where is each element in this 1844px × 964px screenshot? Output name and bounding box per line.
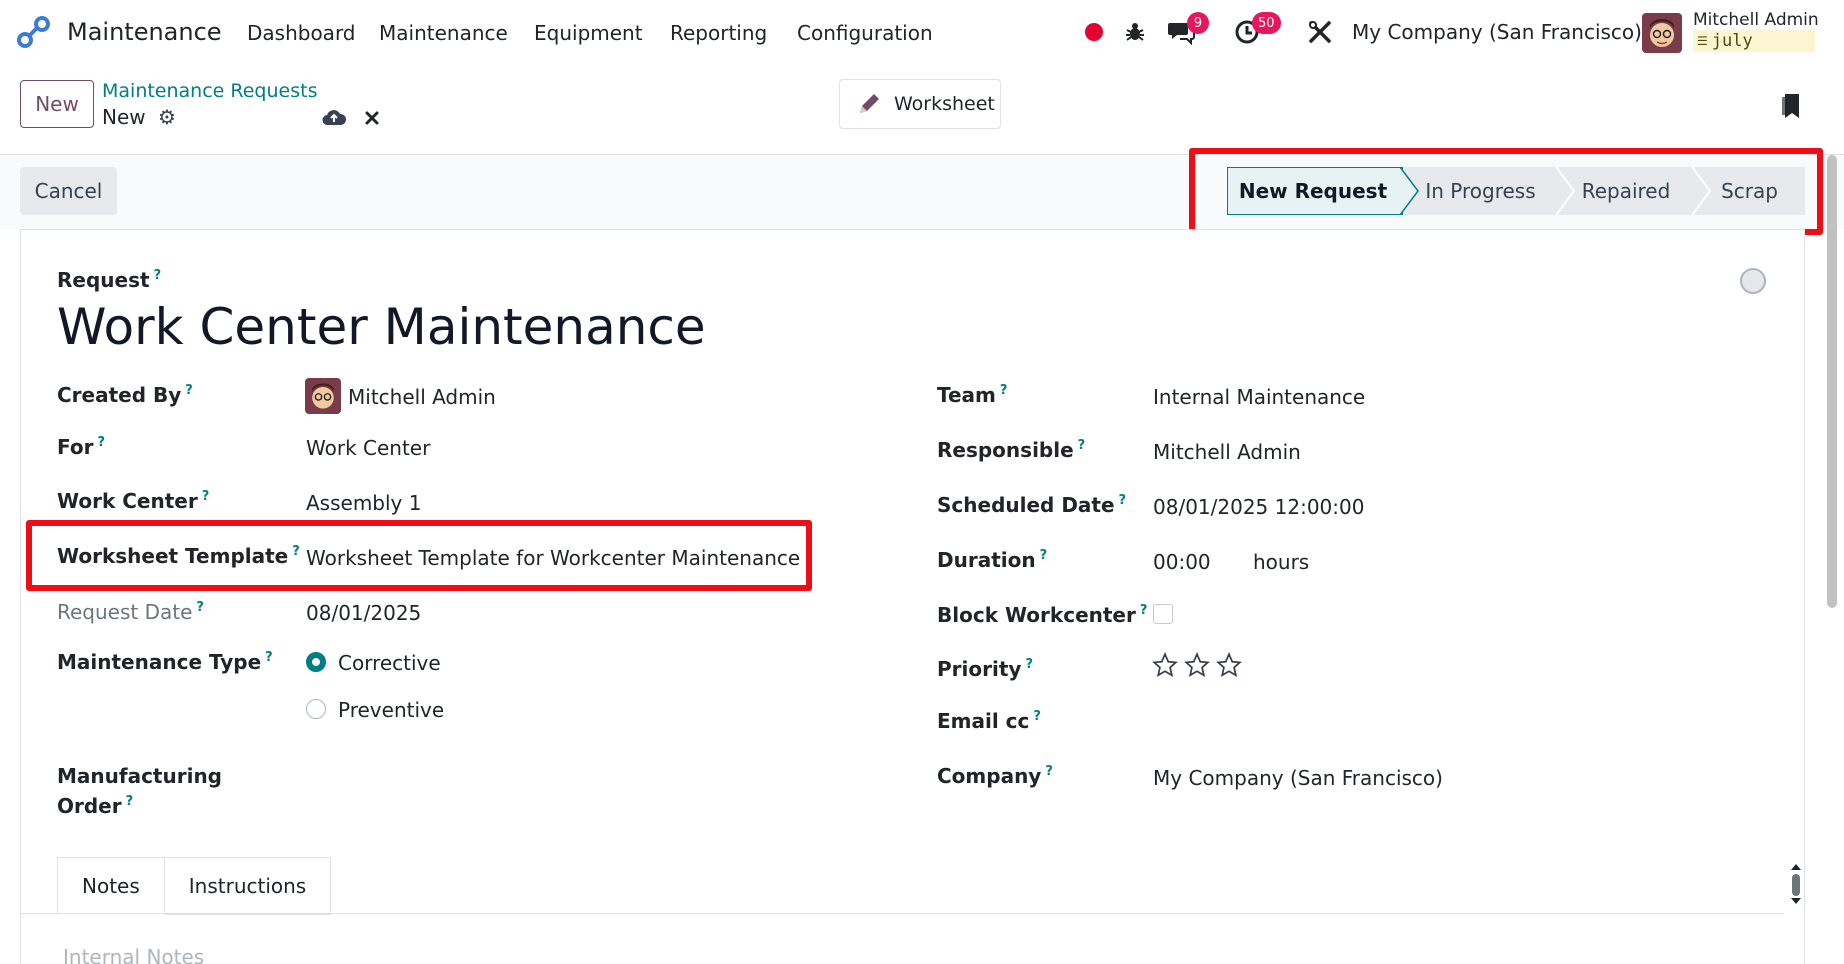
kanban-state-indicator[interactable] — [1740, 268, 1766, 294]
request-title[interactable]: Work Center Maintenance — [57, 298, 706, 356]
user-avatar[interactable] — [1642, 13, 1682, 53]
request-date-value[interactable]: 08/01/2025 — [306, 601, 421, 625]
request-date-label: Request Date? — [57, 600, 204, 624]
responsible-value[interactable]: Mitchell Admin — [1153, 440, 1301, 464]
menu-dashboard[interactable]: Dashboard — [247, 21, 356, 45]
maintenance-type-label: Maintenance Type? — [57, 650, 273, 674]
priority-label: Priority? — [937, 657, 1033, 681]
corrective-label[interactable]: Corrective — [338, 651, 441, 675]
notes-scrollbar[interactable] — [1788, 862, 1804, 906]
help-icon[interactable]: ? — [1140, 603, 1148, 618]
corrective-radio[interactable] — [306, 652, 326, 672]
duration-unit: hours — [1253, 550, 1310, 574]
help-icon[interactable]: ? — [196, 600, 204, 615]
help-icon[interactable]: ? — [126, 794, 134, 809]
app-name[interactable]: Maintenance — [67, 18, 222, 46]
tabs-divider — [21, 913, 1784, 914]
worksheet-label: Worksheet — [894, 93, 995, 115]
cancel-button[interactable]: Cancel — [20, 167, 117, 215]
tools-icon[interactable] — [1306, 18, 1334, 46]
page-scrollbar-thumb[interactable] — [1827, 155, 1837, 608]
user-name[interactable]: Mitchell Admin — [1693, 10, 1819, 30]
menu-maintenance[interactable]: Maintenance — [379, 21, 508, 45]
star-2-icon[interactable] — [1184, 652, 1210, 678]
breadcrumb-maintenance-requests[interactable]: Maintenance Requests — [102, 80, 317, 102]
help-icon[interactable]: ? — [1119, 493, 1127, 508]
company-value[interactable]: My Company (San Francisco) — [1153, 766, 1443, 790]
internal-notes-field[interactable]: Internal Notes — [63, 945, 204, 964]
preventive-label[interactable]: Preventive — [338, 698, 444, 722]
help-icon[interactable]: ? — [1040, 548, 1048, 563]
new-button[interactable]: New — [20, 80, 94, 128]
bookmark-icon[interactable] — [1780, 92, 1802, 120]
help-icon[interactable]: ? — [1000, 383, 1008, 398]
duration-value[interactable]: 00:00 — [1153, 550, 1211, 574]
help-icon[interactable]: ? — [185, 383, 193, 398]
help-icon[interactable]: ? — [1025, 657, 1033, 672]
help-icon[interactable]: ? — [97, 435, 105, 450]
messages-count-badge: 9 — [1187, 12, 1209, 34]
breadcrumb-current-label: New — [102, 105, 146, 129]
work-center-value[interactable]: Assembly 1 — [306, 491, 421, 515]
menu-configuration[interactable]: Configuration — [797, 21, 933, 45]
scheduled-date-value[interactable]: 08/01/2025 12:00:00 — [1153, 495, 1364, 519]
team-value[interactable]: Internal Maintenance — [1153, 385, 1365, 409]
help-icon[interactable]: ? — [1045, 764, 1053, 779]
worksheet-template-highlight-box — [26, 520, 812, 591]
menu-reporting[interactable]: Reporting — [670, 21, 767, 45]
maintenance-app-icon[interactable] — [16, 14, 52, 50]
help-icon[interactable]: ? — [1078, 438, 1086, 453]
help-icon[interactable]: ? — [1033, 709, 1041, 724]
duration-label: Duration? — [937, 548, 1048, 572]
created-by-avatar — [305, 378, 341, 414]
menu-equipment[interactable]: Equipment — [534, 21, 643, 45]
block-workcenter-checkbox[interactable] — [1153, 604, 1173, 624]
database-icon: ☰ — [1697, 34, 1708, 48]
manufacturing-order-label-line2: Order? — [57, 794, 134, 818]
responsible-label: Responsible? — [937, 438, 1086, 462]
top-navbar: Maintenance Dashboard Maintenance Equipm… — [0, 0, 1844, 64]
team-label: Team? — [937, 383, 1008, 407]
control-panel: New Maintenance Requests New ⚙ Worksheet — [0, 64, 1844, 155]
breadcrumb-current: New ⚙ — [102, 105, 176, 129]
help-icon[interactable]: ? — [202, 489, 210, 504]
database-tag: ☰ july — [1693, 30, 1815, 52]
block-workcenter-label: Block Workcenter? — [937, 603, 1148, 627]
star-3-icon[interactable] — [1216, 652, 1242, 678]
company-switcher[interactable]: My Company (San Francisco) — [1352, 20, 1642, 44]
gear-icon[interactable]: ⚙ — [158, 105, 176, 129]
preventive-radio[interactable] — [306, 699, 326, 719]
tab-instructions[interactable]: Instructions — [164, 857, 332, 915]
scheduled-date-label: Scheduled Date? — [937, 493, 1127, 517]
help-icon[interactable]: ? — [154, 268, 162, 283]
tab-notes[interactable]: Notes — [57, 857, 165, 915]
save-cloud-icon[interactable] — [322, 107, 346, 127]
work-center-label: Work Center? — [57, 489, 210, 513]
notebook-tabs: Notes Instructions — [57, 857, 332, 915]
worksheet-button[interactable]: Worksheet — [839, 79, 1001, 129]
created-by-label: Created By? — [57, 383, 193, 407]
help-icon[interactable]: ? — [265, 650, 273, 665]
email-cc-label: Email cc? — [937, 709, 1041, 733]
for-label: For? — [57, 435, 106, 459]
manufacturing-order-label-line1: Manufacturing — [57, 764, 222, 788]
for-value[interactable]: Work Center — [306, 436, 430, 460]
discard-icon[interactable] — [364, 110, 380, 126]
created-by-value[interactable]: Mitchell Admin — [348, 385, 496, 409]
bug-icon[interactable] — [1121, 18, 1149, 46]
stage-highlight-box — [1189, 148, 1823, 235]
activities-count-badge: 50 — [1252, 12, 1281, 34]
pencil-icon — [860, 94, 879, 113]
recording-dot-icon[interactable] — [1080, 18, 1108, 46]
priority-stars — [1152, 652, 1242, 678]
request-label: Request? — [57, 268, 162, 292]
star-1-icon[interactable] — [1152, 652, 1178, 678]
email-cc-input[interactable] — [1153, 704, 1753, 738]
database-name: july — [1711, 31, 1753, 51]
company-label: Company? — [937, 764, 1053, 788]
